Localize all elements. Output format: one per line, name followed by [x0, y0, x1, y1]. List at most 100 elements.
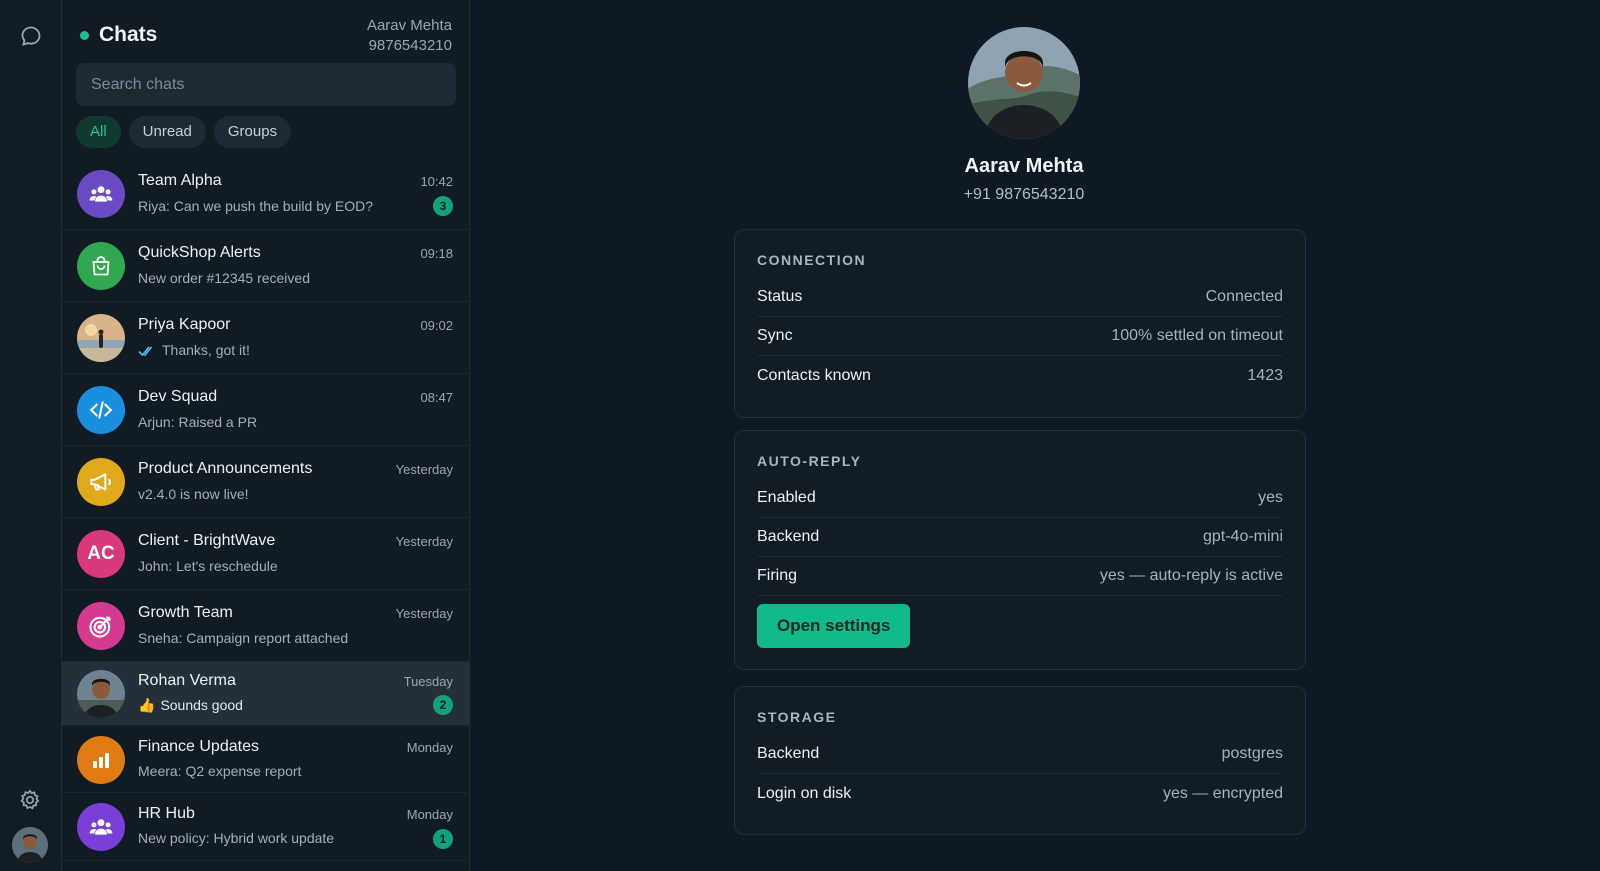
- row-label: Status: [757, 288, 803, 305]
- chat-preview: v2.4.0 is now live!: [138, 486, 249, 502]
- chat-time: 09:18: [420, 246, 453, 261]
- chat-preview: 👍 Sounds good: [138, 697, 243, 714]
- chat-preview: New order #12345 received: [138, 270, 310, 286]
- row-value: 1423: [1247, 366, 1283, 384]
- chat-time: 09:02: [420, 318, 453, 333]
- chat-row-priya-kapoor[interactable]: Priya Kapoor Thanks, got it! 09:02: [62, 302, 470, 374]
- photo-avatar: [77, 314, 125, 362]
- chat-name: HR Hub: [138, 805, 195, 822]
- chat-preview: John: Let's reschedule: [138, 558, 278, 574]
- row-label: Sync: [757, 327, 793, 344]
- open-settings-button[interactable]: Open settings: [757, 604, 911, 648]
- chat-time: Yesterday: [395, 534, 453, 549]
- thumbs-up-emoji: 👍: [138, 697, 156, 713]
- row-value: yes: [1258, 489, 1283, 506]
- row-label: Contacts known: [757, 366, 871, 384]
- row-label: Backend: [757, 745, 820, 762]
- row-label: Backend: [757, 528, 820, 545]
- chat-name: Priya Kapoor: [138, 316, 231, 333]
- profile-panel: Aarav Mehta +91 9876543210 CONNECTION St…: [471, 0, 1600, 871]
- chat-preview-text: Sounds good: [160, 697, 243, 713]
- unread-badge: 2: [433, 695, 453, 715]
- chat-preview: Arjun: Raised a PR: [138, 414, 258, 430]
- chat-name: Rohan Verma: [138, 672, 236, 689]
- filter-all[interactable]: All: [76, 116, 121, 148]
- chat-preview: New policy: Hybrid work update: [138, 830, 335, 846]
- search-input[interactable]: [76, 63, 456, 106]
- card-title: STORAGE: [757, 709, 837, 725]
- row-value: gpt-4o-mini: [1202, 528, 1283, 545]
- account-number: 9876543210: [368, 37, 452, 54]
- filter-groups[interactable]: Groups: [213, 116, 292, 148]
- online-status-dot: [80, 31, 89, 40]
- chat-row-quickshop-alerts[interactable]: QuickShop Alerts New order #12345 receiv…: [62, 230, 470, 302]
- unread-badge: 1: [433, 829, 453, 849]
- card-title: CONNECTION: [757, 252, 867, 268]
- chat-time: 08:47: [420, 390, 453, 405]
- chat-time: Yesterday: [395, 462, 453, 477]
- chat-time: Yesterday: [395, 606, 453, 621]
- sidebar-header: Chats Aarav Mehta 9876543210: [62, 0, 470, 60]
- row-value: yes — encrypted: [1162, 784, 1283, 802]
- chat-row-team-alpha[interactable]: Team Alpha Riya: Can we push the build b…: [62, 158, 470, 230]
- connection-card: CONNECTION Status Connected Sync 100% se…: [734, 229, 1306, 418]
- profile-phone: +91 9876543210: [963, 186, 1085, 203]
- account-name: Aarav Mehta: [366, 17, 452, 34]
- chat-time: 10:42: [420, 174, 453, 189]
- chat-name: Growth Team: [138, 604, 233, 621]
- row-value: Connected: [1205, 288, 1283, 305]
- row-value: 100% settled on timeout: [1111, 327, 1283, 344]
- unread-badge: 3: [433, 196, 453, 216]
- chat-preview: Thanks, got it!: [138, 342, 250, 358]
- status-row: Status Connected: [757, 278, 1283, 317]
- chat-preview: Sneha: Campaign report attached: [138, 630, 349, 646]
- row-label: Firing: [757, 567, 798, 584]
- auto-reply-card: AUTO-REPLY Enabled yes Backend gpt-4o-mi…: [734, 430, 1306, 670]
- account-info: Aarav Mehta 9876543210: [367, 16, 452, 56]
- chat-bubble-icon[interactable]: [19, 24, 43, 48]
- firing-row: Firing yes — auto-reply is active: [757, 557, 1283, 596]
- chat-name: Dev Squad: [138, 388, 218, 405]
- group-icon: [77, 803, 125, 851]
- bar-chart-icon: [77, 736, 125, 784]
- initials-avatar: AC: [77, 530, 125, 578]
- sidebar-title: Chats: [99, 23, 158, 46]
- chat-name: Team Alpha: [138, 172, 222, 189]
- enabled-row: Enabled yes: [757, 479, 1283, 518]
- photo-avatar: [77, 670, 125, 718]
- chat-time: Monday: [406, 807, 453, 822]
- gear-icon[interactable]: [18, 788, 42, 812]
- my-avatar[interactable]: [12, 827, 48, 863]
- double-check-icon: [138, 346, 153, 357]
- code-icon: [77, 386, 125, 434]
- backend-row: Backend gpt-4o-mini: [757, 518, 1283, 557]
- chat-time: Tuesday: [403, 674, 453, 689]
- chat-preview: Meera: Q2 expense report: [138, 763, 302, 779]
- row-label: Login on disk: [757, 784, 852, 802]
- chat-row-dev-squad[interactable]: Dev Squad Arjun: Raised a PR 08:47: [62, 374, 470, 446]
- chat-preview-text: Thanks, got it!: [162, 342, 250, 358]
- chat-row-finance-updates[interactable]: Finance Updates Meera: Q2 expense report…: [62, 726, 470, 793]
- profile-name: Aarav Mehta: [964, 155, 1084, 177]
- chat-time: Monday: [406, 740, 453, 755]
- login-on-disk-row: Login on disk yes — encrypted: [757, 774, 1283, 813]
- chat-row-growth-team[interactable]: Growth Team Sneha: Campaign report attac…: [62, 590, 470, 662]
- storage-card: STORAGE Backend postgres Login on disk y…: [734, 686, 1306, 835]
- chat-name: Client - BrightWave: [138, 532, 276, 549]
- shopping-bag-icon: [77, 242, 125, 290]
- megaphone-icon: [77, 458, 125, 506]
- filter-chips: All Unread Groups: [76, 116, 292, 148]
- row-value: postgres: [1221, 745, 1283, 762]
- chat-name: QuickShop Alerts: [138, 244, 261, 261]
- filter-unread[interactable]: Unread: [128, 116, 206, 148]
- row-value: yes — auto-reply is active: [1099, 567, 1283, 584]
- chat-preview: Riya: Can we push the build by EOD?: [138, 198, 374, 214]
- chat-row-client-brightwave[interactable]: AC Client - BrightWave John: Let's resch…: [62, 518, 470, 590]
- chat-row-product-announcements[interactable]: Product Announcements v2.4.0 is now live…: [62, 446, 470, 518]
- chat-row-hr-hub[interactable]: HR Hub New policy: Hybrid work update Mo…: [62, 793, 470, 861]
- chat-list: Team Alpha Riya: Can we push the build b…: [62, 158, 470, 861]
- contacts-row: Contacts known 1423: [757, 356, 1283, 395]
- chat-row-rohan-verma[interactable]: Rohan Verma 👍 Sounds good Tuesday 2: [62, 662, 470, 726]
- nav-rail: [0, 0, 62, 871]
- avatar-initials: AC: [87, 543, 115, 564]
